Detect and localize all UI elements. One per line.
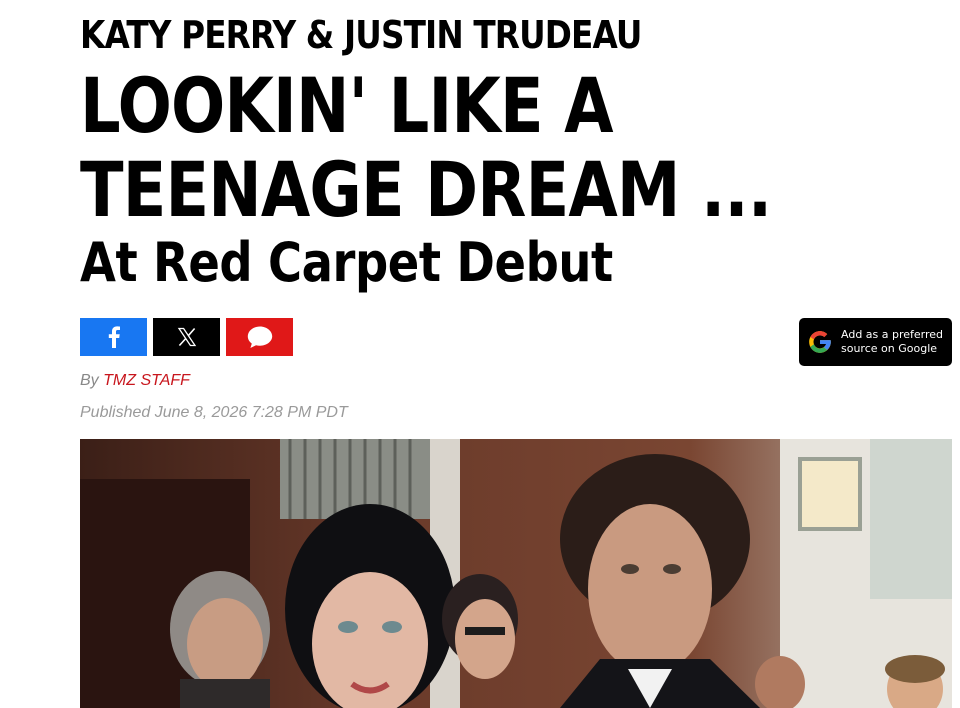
- article-kicker: KATY PERRY & JUSTIN TRUDEAU: [80, 13, 642, 57]
- byline: By TMZ STAFF: [80, 372, 190, 390]
- google-preferred-source-button[interactable]: Add as a preferred source on Google: [799, 318, 952, 366]
- published-date: Published June 8, 2026 7:28 PM PDT: [80, 404, 348, 421]
- google-badge-line-1: Add as a preferred: [841, 328, 944, 341]
- headline-line-1: LOOKIN' LIKE A: [80, 61, 614, 150]
- author-link[interactable]: TMZ STAFF: [103, 372, 190, 389]
- facebook-share-button[interactable]: [80, 318, 147, 356]
- google-g-icon: [809, 331, 831, 353]
- comment-bubble-icon: [247, 326, 272, 348]
- x-icon: [177, 327, 196, 347]
- x-share-button[interactable]: [153, 318, 220, 356]
- hero-photo[interactable]: [80, 439, 952, 708]
- facebook-icon: [108, 326, 120, 348]
- byline-prefix: By: [80, 372, 99, 389]
- comment-button[interactable]: [226, 318, 293, 356]
- article-subheadline: At Red Carpet Debut: [80, 231, 613, 294]
- share-buttons: [80, 318, 293, 356]
- google-badge-text: Add as a preferred source on Google: [841, 328, 951, 356]
- photo-icon: [80, 439, 952, 708]
- article-headline: LOOKIN' LIKE A TEENAGE DREAM ...: [80, 61, 772, 234]
- headline-line-2: TEENAGE DREAM ...: [80, 145, 772, 234]
- google-badge-line-2: source on Google: [841, 342, 938, 355]
